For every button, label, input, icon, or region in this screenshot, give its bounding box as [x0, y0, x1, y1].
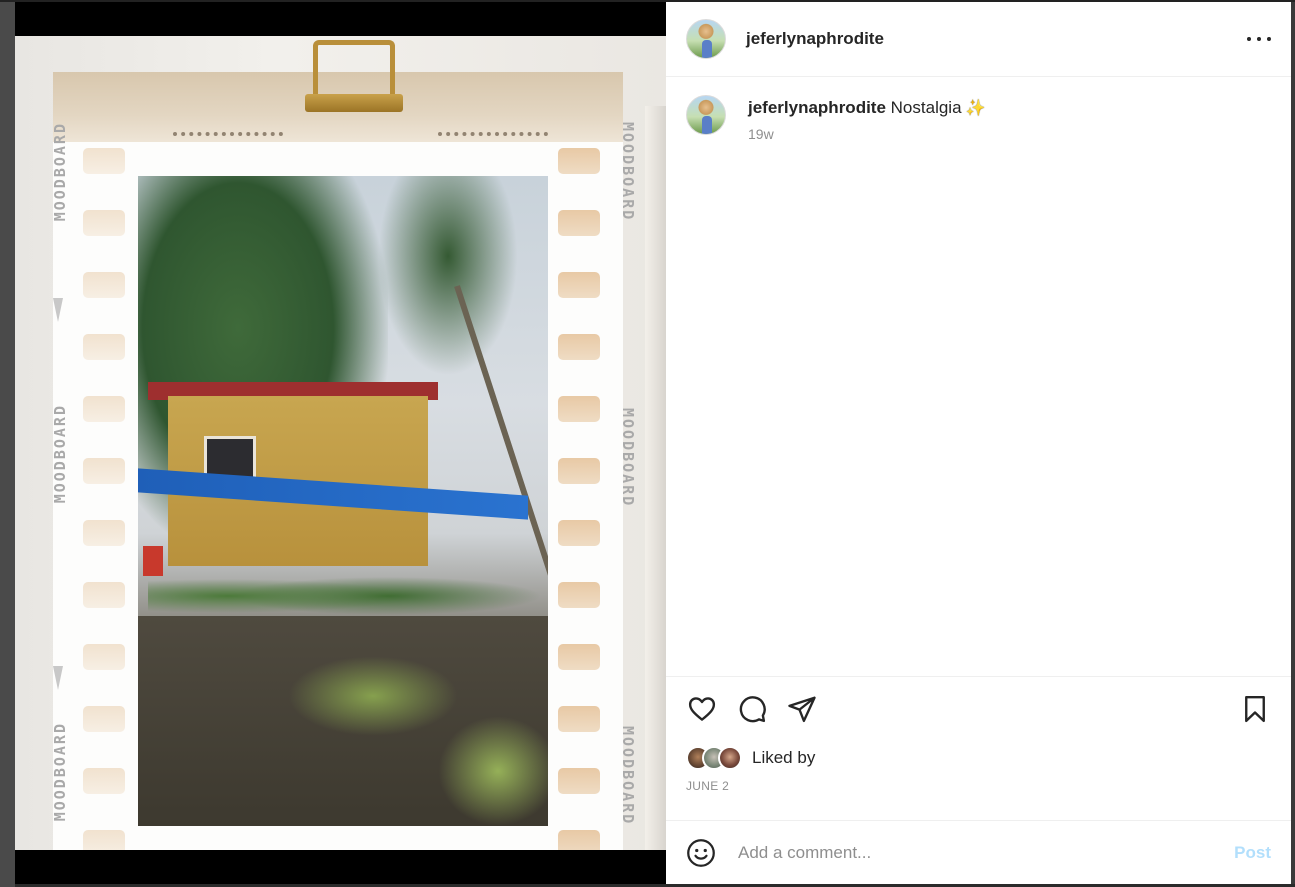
house-garden-photo: [138, 176, 548, 826]
sparkles-emoji: ✨: [965, 100, 986, 117]
sprocket-hole: [83, 582, 125, 608]
emoji-button[interactable]: [686, 838, 716, 868]
smiley-icon: [687, 838, 715, 867]
moodboard-text-right-1: MOODBOARD: [619, 122, 637, 222]
sprocket-hole: [558, 334, 600, 360]
sprocket-hole: [83, 768, 125, 794]
comment-button[interactable]: [736, 693, 768, 725]
binder-clip-bar: [305, 94, 403, 112]
sprocket-hole: [83, 520, 125, 546]
grass-patch: [288, 656, 458, 736]
liked-by-text[interactable]: Liked by: [752, 748, 815, 768]
header-username[interactable]: jeferlynaphrodite: [746, 29, 884, 49]
sprocket-hole: [83, 210, 125, 236]
moodboard-text-left-3: MOODBOARD: [51, 722, 69, 822]
sprocket-hole: [558, 706, 600, 732]
caption-text-line: jeferlynaphrodite Nostalgia ✨: [748, 97, 985, 120]
more-horizontal-icon: [1247, 37, 1251, 41]
bookmark-icon: [1245, 695, 1265, 723]
comment-input[interactable]: [736, 841, 1235, 864]
post-modal: MOODBOARD MOODBOARD MOODBOARD MOODBOARD …: [15, 2, 1291, 884]
post-comment-button[interactable]: Post: [1234, 843, 1271, 863]
sprocket-hole: [558, 148, 600, 174]
triangle-marker-2: [53, 666, 63, 690]
comment-bar: Post: [666, 820, 1291, 884]
ornament-right: [438, 110, 548, 136]
share-button[interactable]: [786, 693, 818, 725]
sprocket-hole: [83, 334, 125, 360]
post-media[interactable]: MOODBOARD MOODBOARD MOODBOARD MOODBOARD …: [15, 2, 666, 884]
liker-avatars[interactable]: [686, 746, 742, 770]
sprocket-hole: [83, 706, 125, 732]
heart-icon: [688, 697, 716, 721]
moodboard-text-right-3: MOODBOARD: [619, 726, 637, 826]
sprocket-hole: [558, 830, 600, 850]
sprocket-hole: [558, 210, 600, 236]
caption: jeferlynaphrodite Nostalgia ✨ 19w: [686, 95, 1271, 142]
sprocket-hole: [83, 148, 125, 174]
sprocket-hole: [558, 582, 600, 608]
paper-edge: [645, 106, 666, 850]
sprocket-hole: [558, 396, 600, 422]
caption-body: jeferlynaphrodite Nostalgia ✨ 19w: [748, 95, 985, 142]
more-dot: [1257, 37, 1261, 41]
moodboard-text-right-2: MOODBOARD: [619, 408, 637, 508]
moodboard-text-left-2: MOODBOARD: [51, 404, 69, 504]
potted-plants: [148, 566, 548, 626]
caption-username[interactable]: jeferlynaphrodite: [748, 98, 886, 117]
palm-tree: [378, 176, 518, 376]
save-button[interactable]: [1239, 693, 1271, 725]
post-side-panel: jeferlynaphrodite jeferlynaphrodite Nost…: [666, 2, 1291, 884]
like-button[interactable]: [686, 693, 718, 725]
post-date[interactable]: JUNE 2: [686, 779, 1271, 793]
sprocket-hole: [558, 272, 600, 298]
sprocket-hole: [558, 768, 600, 794]
sprocket-hole: [558, 458, 600, 484]
more-options-button[interactable]: [1247, 27, 1271, 51]
comments-section: jeferlynaphrodite Nostalgia ✨ 19w: [666, 77, 1291, 676]
triangle-marker-1: [53, 298, 63, 322]
sprocket-hole: [83, 458, 125, 484]
sprocket-hole: [83, 830, 125, 850]
moodboard-text-left-1: MOODBOARD: [51, 122, 69, 222]
caption-timestamp[interactable]: 19w: [748, 126, 985, 142]
sprocket-hole: [83, 644, 125, 670]
grass-patch: [438, 716, 548, 826]
caption-text: Nostalgia: [890, 98, 962, 117]
actions-block: Liked by JUNE 2: [666, 676, 1291, 820]
comment-bubble-icon: [739, 696, 766, 723]
liker-avatar: [718, 746, 742, 770]
ornament-left: [173, 110, 283, 136]
sprocket-hole: [558, 520, 600, 546]
sprocket-hole: [83, 396, 125, 422]
sprocket-hole: [558, 644, 600, 670]
caption-avatar[interactable]: [686, 95, 726, 135]
action-bar: [686, 693, 1271, 725]
likes-row: Liked by: [686, 743, 1271, 773]
backdrop-left: [0, 2, 15, 887]
avatar[interactable]: [686, 19, 726, 59]
post-header: jeferlynaphrodite: [666, 2, 1291, 77]
sprocket-hole: [83, 272, 125, 298]
paper-plane-icon: [788, 696, 816, 723]
more-dot: [1267, 37, 1271, 41]
